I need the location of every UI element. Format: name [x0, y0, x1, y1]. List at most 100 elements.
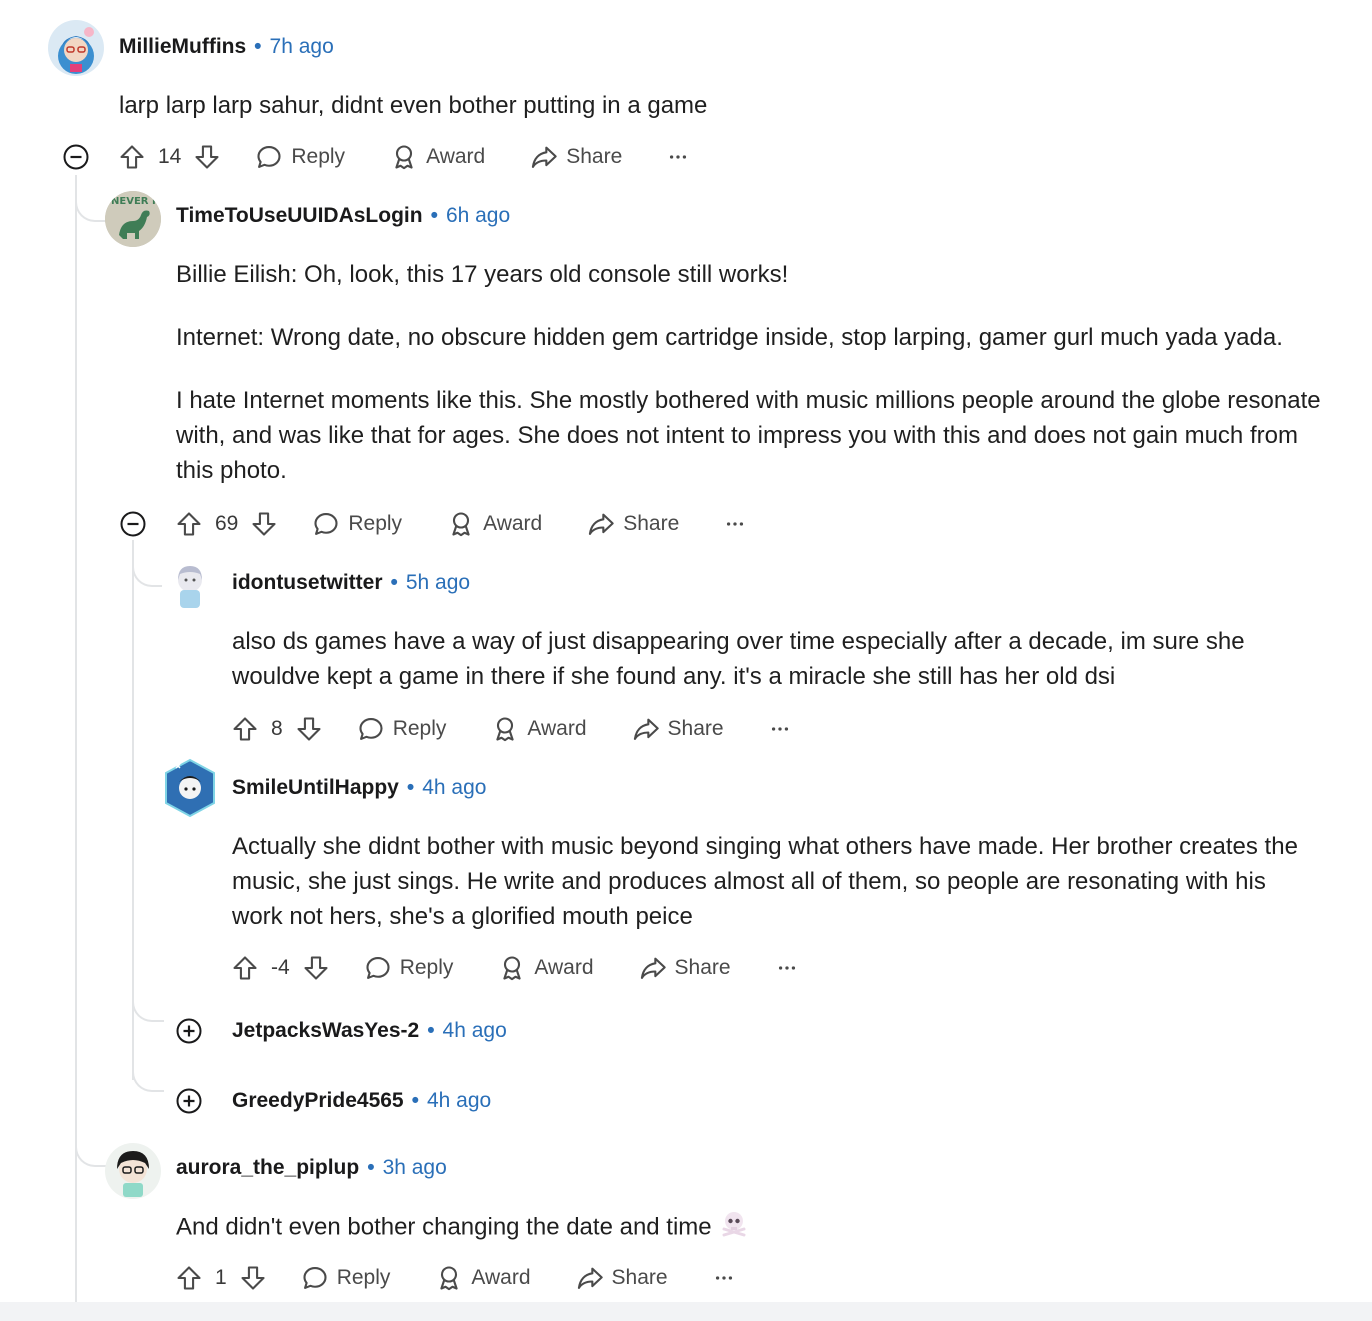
author-name[interactable]: idontusetwitter	[232, 571, 383, 595]
author-name[interactable]: GreedyPride4565	[232, 1089, 404, 1113]
upvote-icon	[118, 143, 146, 171]
upvote-button[interactable]	[118, 143, 146, 171]
comment-meta: aurora_the_piplup • 3h ago	[176, 1153, 447, 1183]
reply-icon	[357, 715, 385, 743]
author-name[interactable]: aurora_the_piplup	[176, 1156, 359, 1180]
comment-actions: 69 Reply Award Share	[175, 506, 746, 542]
avatar[interactable]	[105, 1143, 161, 1199]
more-icon	[776, 957, 798, 979]
timestamp[interactable]: 4h ago	[443, 1019, 507, 1043]
downvote-button[interactable]	[250, 510, 278, 538]
expand-thread-icon[interactable]	[175, 1087, 203, 1115]
more-options-button[interactable]	[713, 1267, 735, 1289]
thread-connector-c2	[75, 190, 107, 222]
timestamp[interactable]: 5h ago	[406, 571, 470, 595]
downvote-button[interactable]	[193, 143, 221, 171]
thread-connector-c3	[132, 555, 164, 587]
share-button[interactable]: Share	[639, 954, 731, 982]
timestamp[interactable]: 3h ago	[383, 1156, 447, 1180]
more-icon	[769, 718, 791, 740]
more-icon	[667, 146, 689, 168]
reply-icon	[301, 1264, 329, 1292]
upvote-icon	[175, 510, 203, 538]
meta-separator: •	[430, 204, 438, 227]
award-icon	[498, 954, 526, 982]
author-name[interactable]: SmileUntilHappy	[232, 776, 399, 800]
author-name[interactable]: JetpacksWasYes-2	[232, 1019, 419, 1043]
avatar[interactable]	[48, 20, 104, 76]
comment-paragraph: I hate Internet moments like this. She m…	[176, 387, 1321, 484]
more-icon	[724, 513, 746, 535]
downvote-icon	[239, 1264, 267, 1292]
more-options-button[interactable]	[776, 957, 798, 979]
downvote-button[interactable]	[302, 954, 330, 982]
avatar[interactable]	[162, 558, 218, 614]
award-button[interactable]: Award	[390, 143, 485, 171]
award-button[interactable]: Award	[435, 1264, 531, 1292]
more-icon	[713, 1267, 735, 1289]
reply-icon	[312, 510, 340, 538]
upvote-button[interactable]	[175, 510, 203, 538]
timestamp[interactable]: 4h ago	[427, 1089, 491, 1113]
timestamp[interactable]: 4h ago	[422, 776, 486, 800]
comment-actions: -4 Reply Award Share	[231, 950, 798, 986]
thread-connector-c7	[75, 1135, 107, 1167]
downvote-icon	[302, 954, 330, 982]
award-label: Award	[527, 717, 587, 740]
share-icon	[632, 715, 660, 743]
downvote-icon	[193, 143, 221, 171]
author-name[interactable]: TimeToUseUUIDAsLogin	[176, 204, 423, 228]
upvote-icon	[175, 1264, 203, 1292]
timestamp[interactable]: 6h ago	[446, 204, 510, 228]
vote-count: 8	[271, 717, 283, 740]
award-icon	[435, 1264, 463, 1292]
comment-body: Actually she didnt bother with music bey…	[232, 829, 1312, 934]
comment-actions: 8 Reply Award Share	[231, 711, 791, 747]
reply-icon	[255, 143, 283, 171]
award-button[interactable]: Award	[447, 510, 542, 538]
collapse-thread-icon[interactable]	[119, 510, 147, 538]
share-button[interactable]: Share	[530, 143, 622, 171]
avatar-text: NEVER FORGET	[111, 196, 161, 207]
collapse-thread-icon[interactable]	[62, 143, 90, 171]
downvote-button[interactable]	[239, 1264, 267, 1292]
reply-button[interactable]: Reply	[301, 1264, 390, 1292]
share-label: Share	[623, 512, 680, 535]
more-options-button[interactable]	[724, 513, 746, 535]
meta-separator: •	[406, 776, 415, 799]
share-icon	[530, 143, 558, 171]
vote-count: 14	[158, 145, 182, 168]
author-name[interactable]: MillieMuffins	[119, 35, 246, 59]
reply-label: Reply	[348, 512, 403, 535]
upvote-button[interactable]	[231, 954, 259, 982]
comment-text: also ds games have a way of just disappe…	[232, 628, 1245, 690]
reply-button[interactable]: Reply	[364, 954, 454, 982]
comment-meta: JetpacksWasYes-2 • 4h ago	[232, 1016, 507, 1046]
comment-actions: 1 Reply Award Share	[175, 1260, 735, 1296]
award-button[interactable]: Award	[498, 954, 594, 982]
upvote-button[interactable]	[175, 1264, 203, 1292]
award-icon	[491, 715, 519, 743]
reply-button[interactable]: Reply	[255, 143, 345, 171]
more-options-button[interactable]	[769, 718, 791, 740]
award-label: Award	[534, 956, 594, 979]
timestamp[interactable]: 7h ago	[270, 35, 334, 59]
more-options-button[interactable]	[667, 146, 689, 168]
comment-body: And didn't even bother changing the date…	[176, 1209, 1326, 1247]
avatar[interactable]: NEVER FORGET	[105, 191, 161, 247]
share-button[interactable]: Share	[576, 1264, 668, 1292]
share-button[interactable]: Share	[587, 510, 679, 538]
reply-button[interactable]: Reply	[312, 510, 402, 538]
upvote-icon	[231, 954, 259, 982]
share-button[interactable]: Share	[632, 715, 724, 743]
avatar[interactable]	[162, 758, 218, 818]
downvote-button[interactable]	[295, 715, 323, 743]
expand-thread-icon[interactable]	[175, 1017, 203, 1045]
award-button[interactable]: Award	[491, 715, 587, 743]
reply-button[interactable]: Reply	[357, 715, 446, 743]
comment-body: larp larp larp sahur, didnt even bother …	[119, 88, 1319, 123]
reply-icon	[364, 954, 392, 982]
reply-label: Reply	[399, 956, 454, 979]
upvote-button[interactable]	[231, 715, 259, 743]
meta-separator: •	[367, 1156, 375, 1179]
